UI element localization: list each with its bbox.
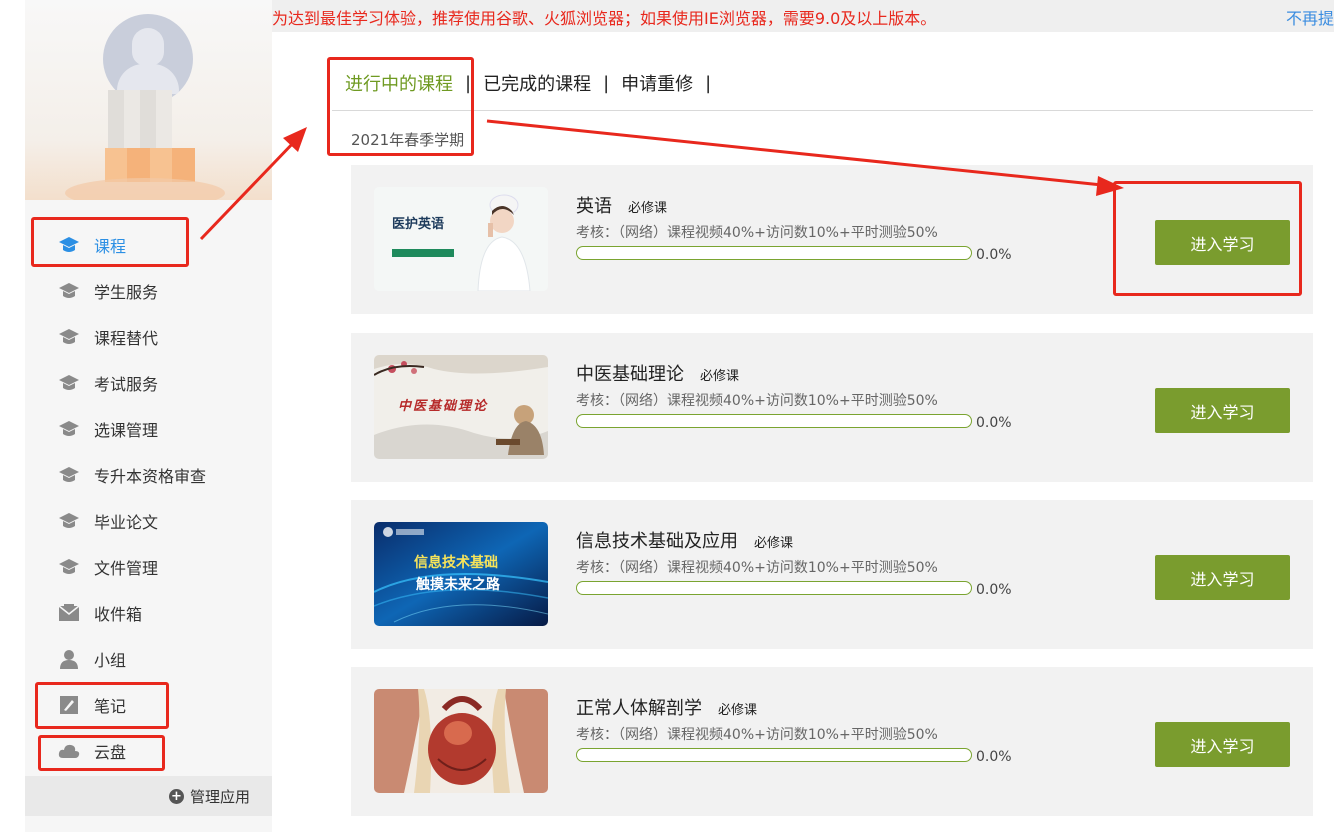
sidebar-item-thesis[interactable]: 毕业论文 (25, 498, 272, 544)
course-title-text[interactable]: 英语 (576, 196, 612, 217)
sidebar-item-label: 笔记 (94, 697, 127, 716)
course-progress-value: 0.0% (976, 247, 1012, 263)
course-card: 中医基础理论 中医基础理论 必修课 考核：（网络）课程视频40%+访问数10%+平… (351, 333, 1313, 482)
enter-study-button[interactable]: 进入学习 (1155, 555, 1290, 600)
blurred-username (108, 90, 172, 150)
tabs-divider (332, 110, 1313, 111)
course-title[interactable]: 正常人体解剖学 必修课 (576, 694, 757, 720)
course-title[interactable]: 英语 必修课 (576, 192, 667, 218)
course-progress-value: 0.0% (976, 749, 1012, 765)
sidebar-item-courses[interactable]: 课程 (25, 222, 272, 268)
semester-label: 2021年春季学期 (351, 131, 465, 149)
manage-apps-label: 管理应用 (189, 787, 250, 806)
tab-in-progress[interactable]: 进行中的课程 (345, 70, 453, 96)
browser-notice-bar: 为达到最佳学习体验，推荐使用谷歌、火狐浏览器；如果使用IE浏览器，需要9.0及以… (272, 0, 1334, 32)
sidebar-item-files[interactable]: 文件管理 (25, 544, 272, 590)
cloud-icon (58, 740, 80, 762)
sidebar-item-label: 收件箱 (94, 605, 143, 624)
tab-separator: | (465, 72, 472, 94)
course-progress-bar (576, 414, 972, 428)
user-icon (58, 648, 80, 670)
course-progress-value: 0.0% (976, 582, 1012, 598)
course-tabs: 进行中的课程 | 已完成的课程 | 申请重修 | (345, 70, 723, 96)
sidebar-item-group[interactable]: 小组 (25, 636, 272, 682)
sidebar-item-label: 学生服务 (94, 283, 159, 302)
graduation-cap-icon (58, 234, 80, 256)
course-assessment: 考核：（网络）课程视频40%+访问数10%+平时测验50% (576, 560, 938, 576)
course-assessment: 考核：（网络）课程视频40%+访问数10%+平时测验50% (576, 727, 938, 743)
graduation-cap-icon (58, 418, 80, 440)
course-type-tag: 必修课 (628, 201, 668, 216)
course-type-tag: 必修课 (754, 536, 794, 551)
graduation-cap-icon (58, 556, 80, 578)
course-card: 信息技术基础 触摸未来之路 信息技术基础及应用 必修课 考核：（网络）课程视频40… (351, 500, 1313, 649)
enter-study-button[interactable]: 进入学习 (1155, 722, 1290, 767)
inbox-icon (58, 602, 80, 624)
sidebar-item-student-services[interactable]: 学生服务 (25, 268, 272, 314)
plus-icon: + (168, 788, 184, 804)
course-thumbnail[interactable] (374, 689, 548, 793)
sidebar-item-label: 选课管理 (94, 421, 159, 440)
sidebar-item-label: 考试服务 (94, 375, 159, 394)
sidebar-item-exam-services[interactable]: 考试服务 (25, 360, 272, 406)
sidebar-menu: 课程 学生服务 课程替代 考试服务 选课管理 专升本资格审查 毕业论文 文件管理… (25, 222, 272, 774)
sidebar: 课程 学生服务 课程替代 考试服务 选课管理 专升本资格审查 毕业论文 文件管理… (25, 0, 272, 832)
course-type-tag: 必修课 (700, 369, 740, 384)
graduation-cap-icon (58, 326, 80, 348)
tab-completed[interactable]: 已完成的课程 (483, 70, 591, 96)
graduation-cap-icon (58, 280, 80, 302)
graduation-cap-icon (58, 464, 80, 486)
course-card: 医护英语 英语 必修课 考核：（网络）课程视频40%+访问数10%+平时测验50%… (351, 165, 1313, 314)
sidebar-item-course-selection[interactable]: 选课管理 (25, 406, 272, 452)
course-thumbnail[interactable]: 信息技术基础 触摸未来之路 (374, 522, 548, 626)
thumbnail-title: 信息技术基础 (414, 555, 498, 571)
course-progress-value: 0.0% (976, 415, 1012, 431)
course-title-text[interactable]: 信息技术基础及应用 (576, 531, 738, 552)
sidebar-item-notes[interactable]: 笔记 (25, 682, 272, 728)
graduation-cap-icon (58, 510, 80, 532)
sidebar-item-label: 小组 (94, 651, 127, 670)
course-title[interactable]: 信息技术基础及应用 必修课 (576, 527, 793, 553)
graduation-cap-icon (58, 372, 80, 394)
course-title[interactable]: 中医基础理论 必修课 (576, 360, 739, 386)
thumbnail-subtitle: 触摸未来之路 (416, 577, 500, 593)
course-card: 正常人体解剖学 必修课 考核：（网络）课程视频40%+访问数10%+平时测验50%… (351, 667, 1313, 816)
sidebar-item-label: 课程替代 (94, 329, 159, 348)
course-progress-bar (576, 748, 972, 762)
tab-separator: | (603, 72, 610, 94)
avatar[interactable] (25, 0, 272, 200)
course-title-text[interactable]: 正常人体解剖学 (576, 698, 702, 719)
note-icon (58, 694, 80, 716)
course-progress-bar (576, 581, 972, 595)
course-progress-bar (576, 246, 972, 260)
sidebar-item-cloud-drive[interactable]: 云盘 (25, 728, 272, 774)
sidebar-item-label: 专升本资格审查 (94, 467, 207, 486)
blurred-userinfo (105, 148, 195, 182)
tab-retake[interactable]: 申请重修 (621, 70, 693, 96)
course-thumbnail[interactable]: 医护英语 (374, 187, 548, 291)
enter-study-button[interactable]: 进入学习 (1155, 388, 1290, 433)
sidebar-item-inbox[interactable]: 收件箱 (25, 590, 272, 636)
sidebar-item-label: 云盘 (94, 743, 127, 762)
browser-notice-text: 为达到最佳学习体验，推荐使用谷歌、火狐浏览器；如果使用IE浏览器，需要9.0及以… (272, 9, 937, 28)
thumbnail-title: 医护英语 (392, 217, 445, 232)
course-assessment: 考核：（网络）课程视频40%+访问数10%+平时测验50% (576, 225, 938, 241)
sidebar-item-label: 文件管理 (94, 559, 159, 578)
course-type-tag: 必修课 (718, 703, 758, 718)
course-assessment: 考核：（网络）课程视频40%+访问数10%+平时测验50% (576, 393, 938, 409)
dismiss-notice-link[interactable]: 不再提 (1286, 5, 1334, 29)
course-title-text[interactable]: 中医基础理论 (576, 364, 684, 385)
sidebar-item-upgrade-review[interactable]: 专升本资格审查 (25, 452, 272, 498)
sidebar-item-label: 毕业论文 (94, 513, 159, 532)
tab-separator: | (705, 72, 712, 94)
course-thumbnail[interactable]: 中医基础理论 (374, 355, 548, 459)
thumbnail-title: 中医基础理论 (398, 399, 489, 414)
sidebar-item-label: 课程 (94, 237, 127, 256)
sidebar-item-course-substitution[interactable]: 课程替代 (25, 314, 272, 360)
manage-apps-button[interactable]: + 管理应用 (25, 776, 272, 816)
enter-study-button[interactable]: 进入学习 (1155, 220, 1290, 265)
